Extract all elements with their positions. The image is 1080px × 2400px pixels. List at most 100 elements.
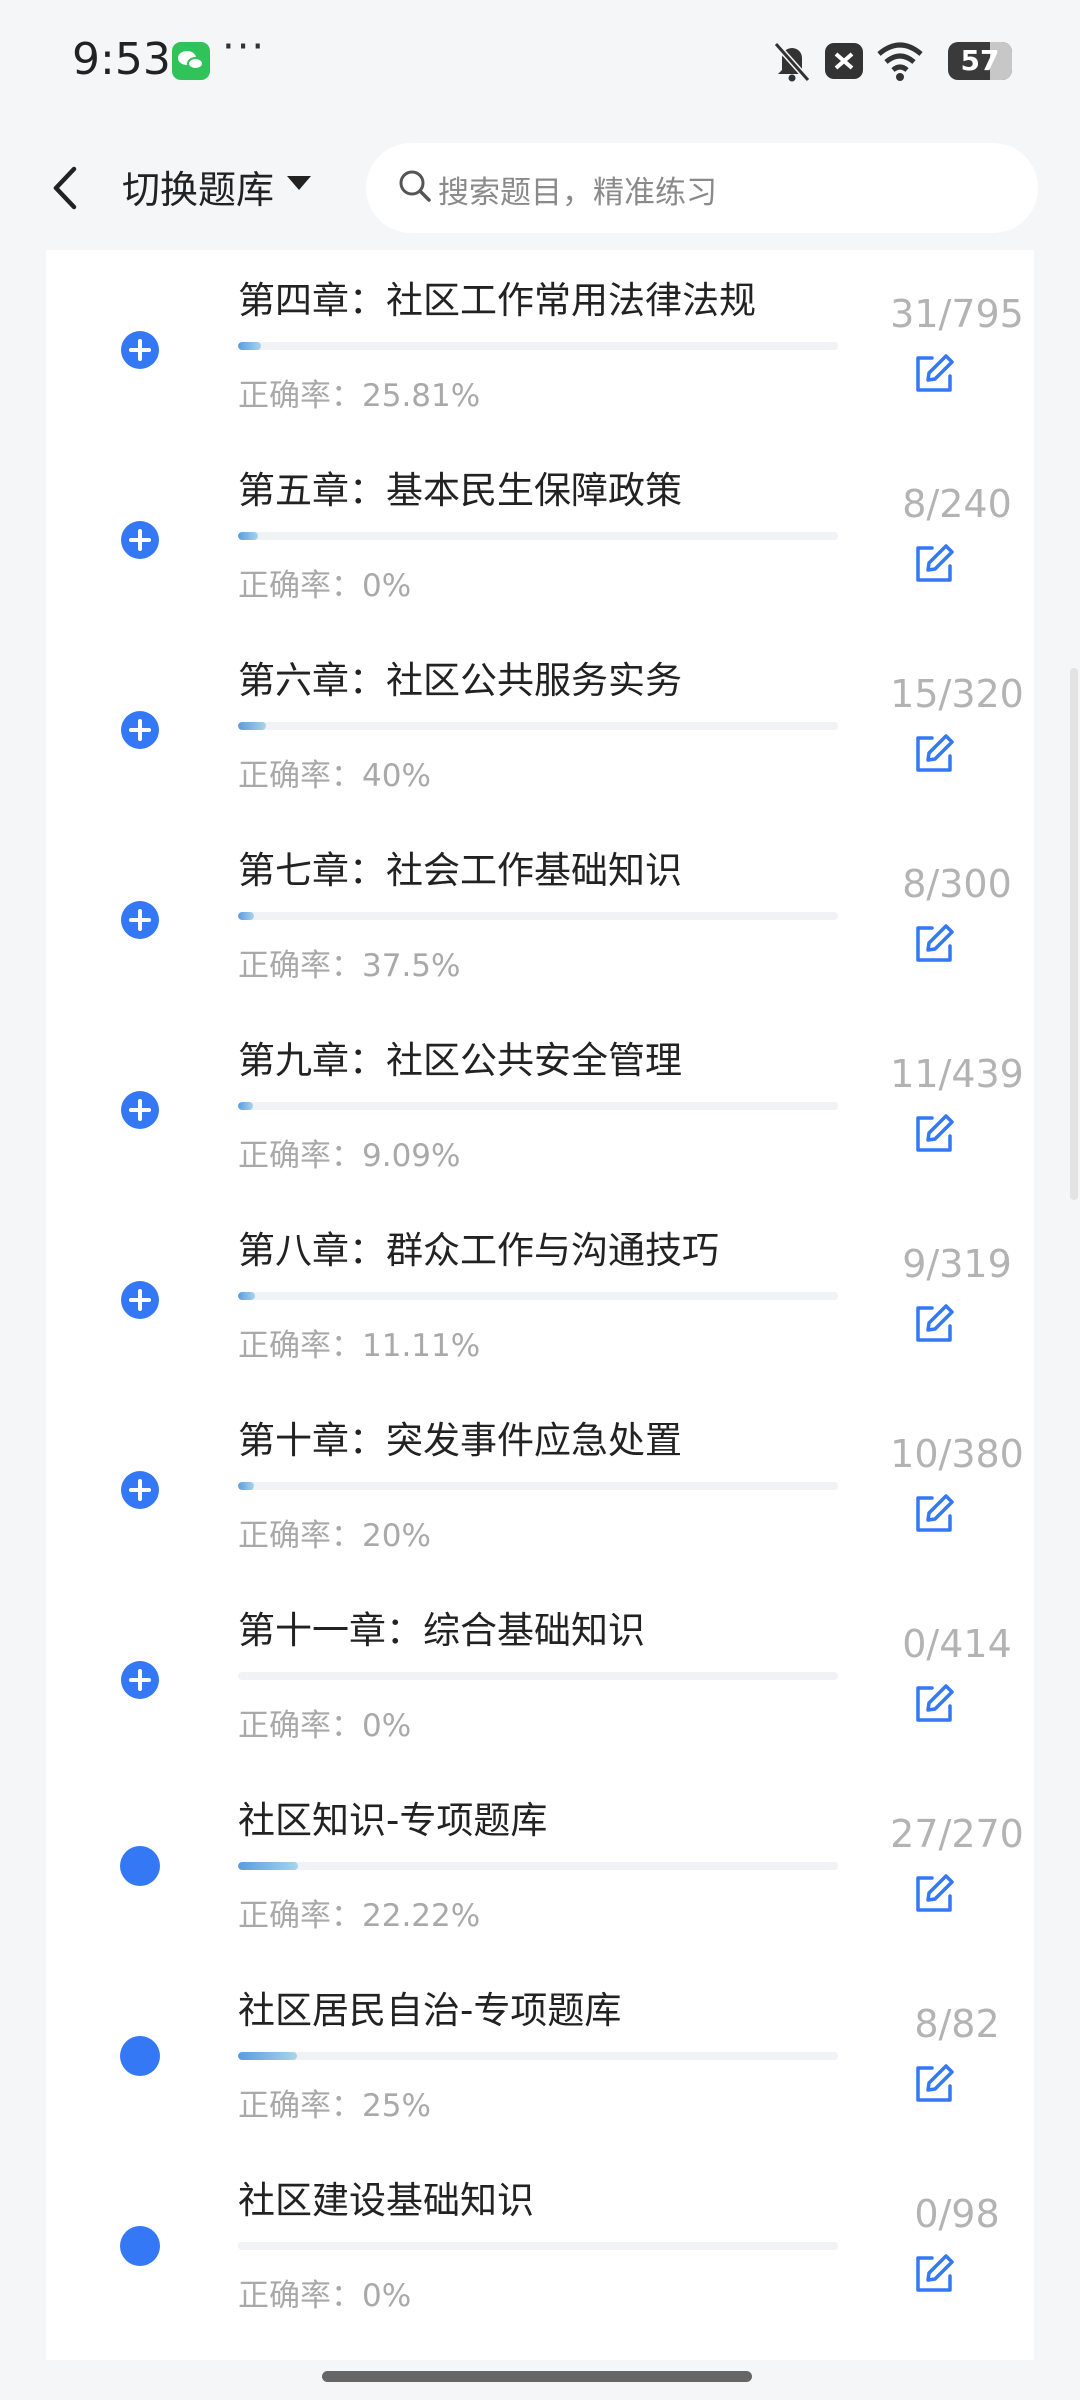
battery-icon: 57	[948, 42, 1012, 80]
chapter-row[interactable]: 第七章：社会工作基础知识正确率：37.5% 8/300	[46, 832, 1034, 1022]
question-count: 8/240	[902, 482, 1012, 526]
accuracy-rate: 正确率：25.81%	[238, 378, 481, 414]
progress-fill	[238, 722, 267, 730]
progress-fill	[238, 1292, 255, 1300]
chapter-row[interactable]: 社区知识-专项题库正确率：22.22% 27/270	[46, 1782, 1034, 1972]
progress-fill	[238, 2052, 297, 2060]
accuracy-rate: 正确率：40%	[238, 758, 431, 794]
bullet-dot-icon	[120, 2036, 160, 2076]
wifi-icon	[877, 42, 923, 81]
progress-fill	[238, 912, 255, 920]
accuracy-rate: 正确率：25%	[238, 2088, 431, 2124]
question-count: 15/320	[890, 672, 1024, 716]
expand-plus-icon[interactable]	[120, 520, 160, 560]
question-count: 8/300	[902, 862, 1012, 906]
accuracy-rate: 正确率：0%	[238, 1708, 412, 1744]
accuracy-rate: 正确率：0%	[238, 2278, 412, 2314]
edit-practice-icon[interactable]	[912, 1112, 956, 1156]
chapter-row[interactable]: 第十章：突发事件应急处置 正确率：20% 10/380	[46, 1402, 1034, 1592]
bullet-dot-icon	[120, 1846, 160, 1886]
chapter-row[interactable]: 第九章：社区公共安全管理正确率：9.09% 11/439	[46, 1022, 1034, 1212]
expand-plus-icon[interactable]	[120, 900, 160, 940]
accuracy-rate: 正确率：37.5%	[238, 948, 461, 984]
chapter-title[interactable]: 第九章：社区公共安全管理	[238, 1030, 682, 1084]
wechat-icon	[172, 42, 210, 80]
edit-practice-icon[interactable]	[912, 352, 956, 396]
chapter-title[interactable]: 第八章：群众工作与沟通技巧	[238, 1220, 719, 1274]
chapter-row[interactable]: 社区居民自治-专项题库正确率：25% 8/82	[46, 1972, 1034, 2162]
question-count: 31/795	[890, 292, 1024, 336]
edit-practice-icon[interactable]	[912, 1872, 956, 1916]
chapter-title[interactable]: 第十章：突发事件应急处置	[238, 1410, 682, 1464]
edit-practice-icon[interactable]	[912, 2252, 956, 2296]
chapter-title[interactable]: 第五章：基本民生保障政策	[238, 460, 682, 514]
question-count: 27/270	[890, 1812, 1024, 1856]
progress-fill	[238, 342, 262, 350]
progress-bar	[238, 1292, 838, 1300]
back-arrow-icon[interactable]	[46, 163, 86, 213]
search-icon	[399, 170, 431, 202]
edit-practice-icon[interactable]	[912, 922, 956, 966]
accuracy-rate: 正确率：20%	[238, 1518, 431, 1554]
progress-bar	[238, 1102, 838, 1110]
edit-practice-icon[interactable]	[912, 732, 956, 776]
edit-practice-icon[interactable]	[912, 2062, 956, 2106]
system-icons: 57	[772, 40, 1012, 84]
progress-bar	[238, 2052, 838, 2060]
edit-practice-icon[interactable]	[912, 1492, 956, 1536]
switch-bank-button[interactable]: 切换题库	[122, 159, 274, 214]
caret-down-icon[interactable]	[286, 173, 312, 193]
expand-plus-icon[interactable]	[120, 710, 160, 750]
expand-plus-icon[interactable]	[120, 330, 160, 370]
expand-plus-icon[interactable]	[120, 1280, 160, 1320]
progress-bar	[238, 2242, 838, 2250]
practice-bank-page: 9:53 ··· 57 切换题库 搜索题目，精准练习 第四章：社区工作常用法律法…	[0, 0, 1080, 2400]
chapter-title[interactable]: 社区知识-专项题库	[238, 1790, 547, 1844]
battery-level: 57	[960, 44, 1000, 77]
chapter-title[interactable]: 第四章：社区工作常用法律法规	[238, 270, 756, 324]
progress-bar	[238, 1482, 838, 1490]
search-placeholder: 搜索题目，精准练习	[438, 175, 717, 211]
question-count: 0/414	[902, 1622, 1012, 1666]
chapter-row[interactable]: 第六章：社区公共服务实务正确率：40% 15/320	[46, 642, 1034, 832]
chapter-row[interactable]: 第四章：社区工作常用法律法规正确率：25.81% 31/795	[46, 262, 1034, 452]
progress-bar	[238, 1862, 838, 1870]
question-count: 11/439	[890, 1052, 1024, 1096]
question-count: 8/82	[914, 2002, 1000, 2046]
chapter-title[interactable]: 第七章：社会工作基础知识	[238, 840, 682, 894]
home-indicator[interactable]	[322, 2371, 752, 2382]
chapter-row[interactable]: 第五章：基本民生保障政策正确率：0% 8/240	[46, 452, 1034, 642]
expand-plus-icon[interactable]	[120, 1090, 160, 1130]
accuracy-rate: 正确率：11.11%	[238, 1328, 481, 1364]
chapter-title[interactable]: 第六章：社区公共服务实务	[238, 650, 682, 704]
question-count: 0/98	[914, 2192, 1000, 2236]
top-header: 切换题库 搜索题目，精准练习	[0, 125, 1080, 250]
bullet-dot-icon	[120, 2226, 160, 2266]
status-bar: 9:53 ··· 57	[0, 0, 1080, 125]
status-time: 9:53	[72, 34, 171, 85]
close-notification-icon	[825, 43, 863, 79]
chapter-row[interactable]: 第八章：群众工作与沟通技巧 正确率：11.11% 9/319	[46, 1212, 1034, 1402]
scrollbar[interactable]	[1070, 668, 1078, 1200]
accuracy-rate: 正确率：22.22%	[238, 1898, 481, 1934]
chapter-title[interactable]: 社区居民自治-专项题库	[238, 1980, 621, 2034]
edit-practice-icon[interactable]	[912, 1682, 956, 1726]
progress-bar	[238, 342, 838, 350]
expand-plus-icon[interactable]	[120, 1660, 160, 1700]
progress-bar	[238, 1672, 838, 1680]
chapter-title[interactable]: 第十一章：综合基础知识	[238, 1600, 645, 1654]
edit-practice-icon[interactable]	[912, 542, 956, 586]
expand-plus-icon[interactable]	[120, 1470, 160, 1510]
chapter-title[interactable]: 社区建设基础知识	[238, 2170, 534, 2224]
search-input[interactable]: 搜索题目，精准练习	[366, 143, 1038, 233]
chapter-row[interactable]: 社区建设基础知识正确率：0% 0/98	[46, 2162, 1034, 2352]
accuracy-rate: 正确率：9.09%	[238, 1138, 461, 1174]
accuracy-rate: 正确率：0%	[238, 568, 412, 604]
more-notifications-icon: ···	[222, 24, 267, 70]
progress-fill	[238, 532, 258, 540]
progress-bar	[238, 912, 838, 920]
progress-fill	[238, 1862, 298, 1870]
progress-bar	[238, 532, 838, 540]
edit-practice-icon[interactable]	[912, 1302, 956, 1346]
chapter-row[interactable]: 第十一章：综合基础知识正确率：0% 0/414	[46, 1592, 1034, 1782]
